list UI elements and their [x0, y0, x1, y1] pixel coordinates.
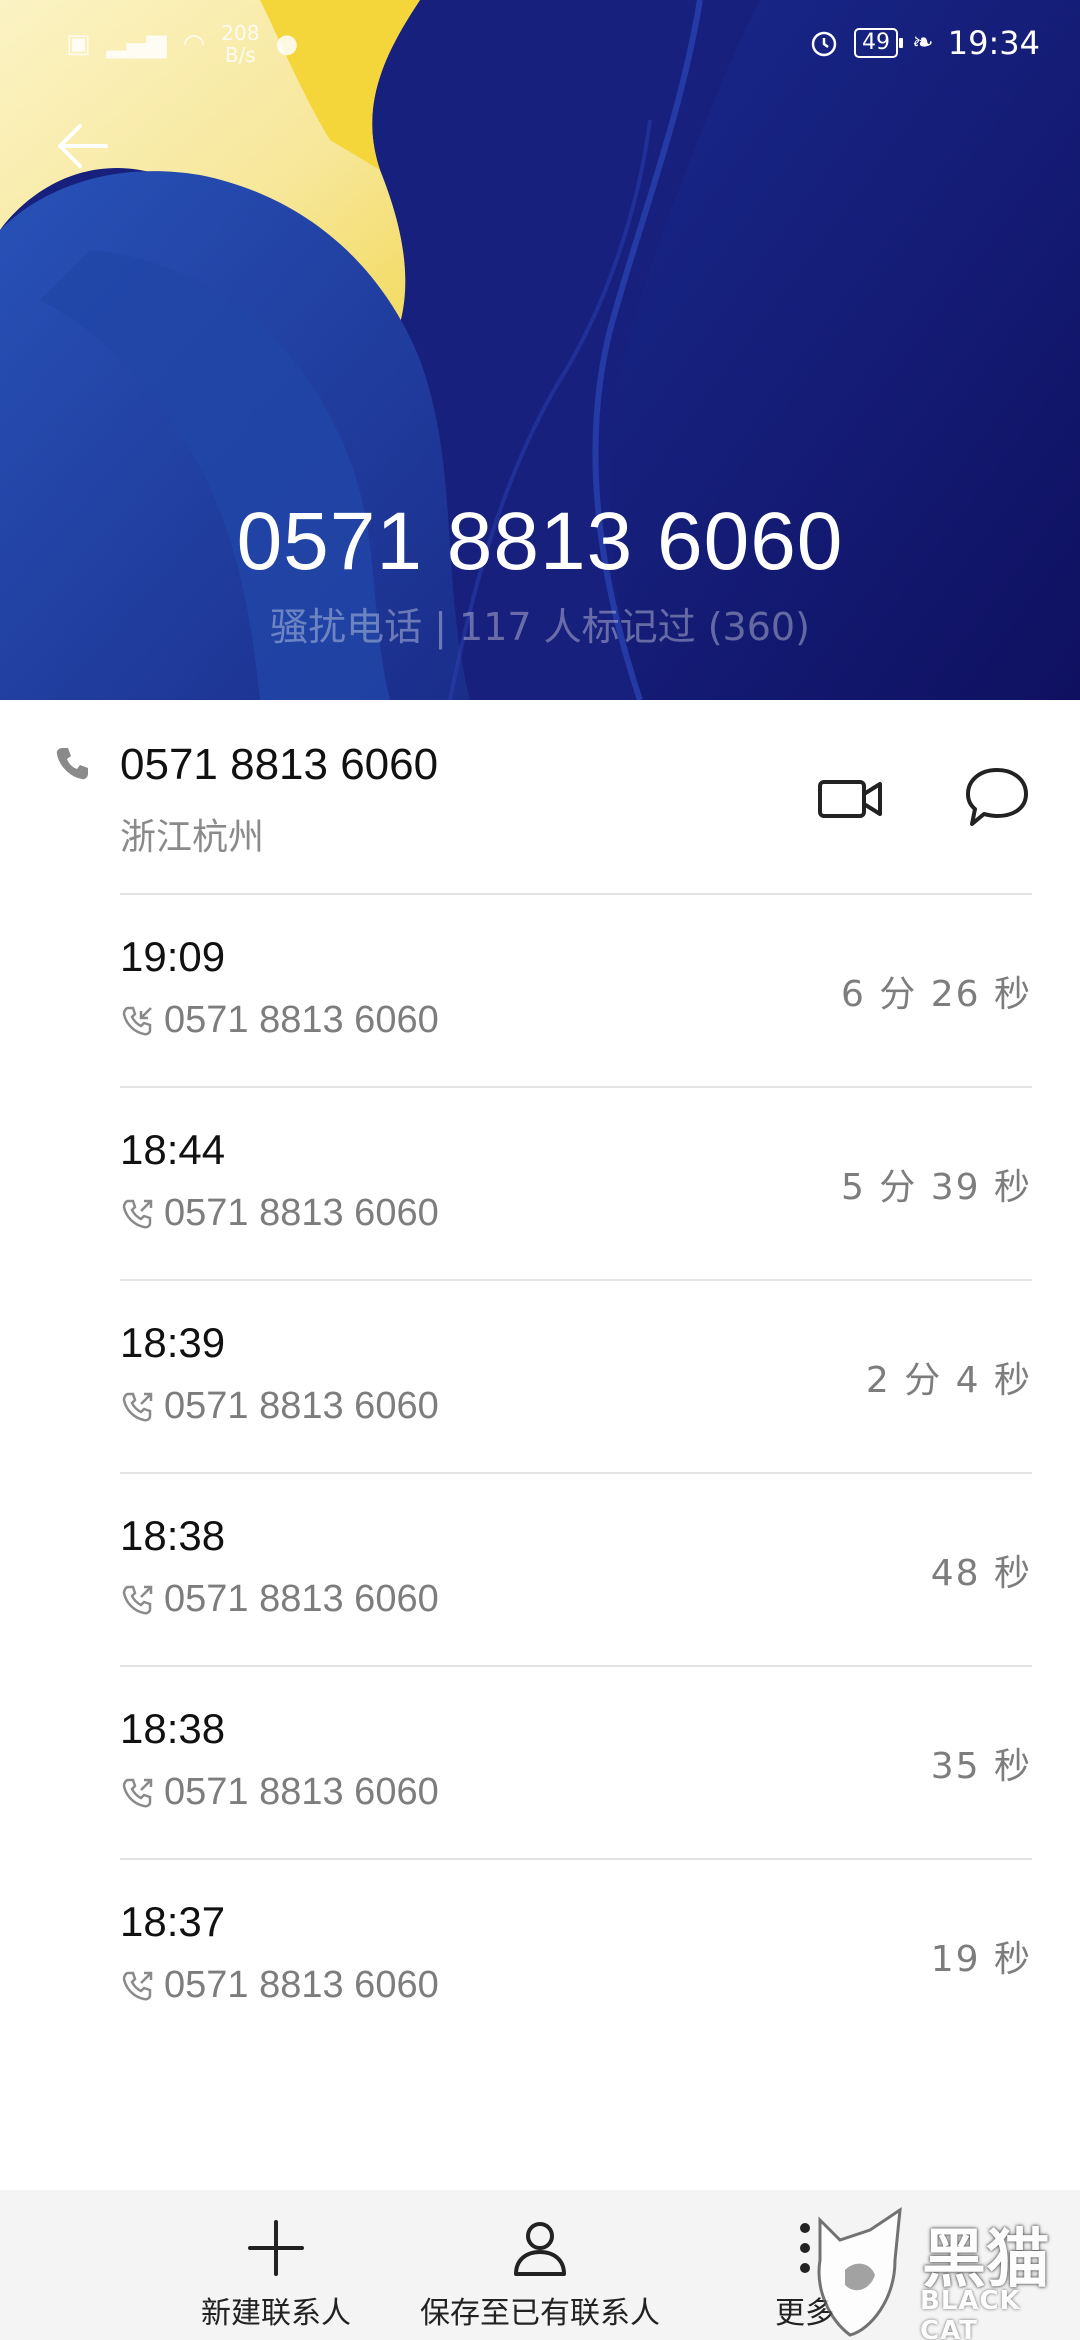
- call-time: 19:09: [120, 933, 226, 980]
- status-time: 19:34: [947, 24, 1040, 62]
- status-bar: ▣ ▂▄▆ ◠ 208 B/s ● 49 ❧ 19:34: [0, 0, 1080, 90]
- signal-icon: ▂▄▆: [106, 29, 167, 59]
- new-contact-label: 新建联系人: [201, 2296, 351, 2331]
- call-log-item[interactable]: 18:37 0571 8813 6060 19 秒: [0, 1860, 1080, 2053]
- call-duration: 5 分 39 秒: [840, 1167, 1032, 1208]
- call-duration: 2 分 4 秒: [865, 1360, 1032, 1401]
- call-number: 0571 8813 6060: [164, 1771, 439, 1813]
- arrow-left-icon[interactable]: [50, 110, 120, 180]
- save-to-existing-label: 保存至已有联系人: [420, 2296, 660, 2331]
- call-time: 18:38: [120, 1512, 226, 1559]
- call-time: 18:39: [120, 1319, 226, 1366]
- outgoing-call-icon: [122, 1392, 153, 1422]
- incoming-call-icon: [122, 1006, 152, 1036]
- cat-logo-icon: [817, 2206, 902, 2337]
- call-number: 0571 8813 6060: [164, 1964, 439, 2006]
- call-duration: 19 秒: [930, 1939, 1032, 1980]
- battery-indicator: 49: [853, 28, 903, 58]
- status-right: 49 ❧ 19:34: [808, 24, 1040, 62]
- save-to-existing-button[interactable]: 保存至已有联系人: [400, 2190, 680, 2340]
- new-contact-button[interactable]: 新建联系人: [176, 2190, 376, 2340]
- network-speed: 208 B/s: [221, 21, 260, 67]
- wechat-icon: ●: [275, 29, 299, 59]
- hd-icon: ▣: [66, 29, 91, 59]
- outgoing-call-icon: [122, 1778, 153, 1808]
- wifi-icon: ◠: [182, 29, 206, 59]
- call-number: 0571 8813 6060: [164, 1192, 439, 1234]
- person-icon: [514, 2222, 566, 2276]
- alarm-icon: [811, 31, 837, 57]
- spam-tag: 骚扰电话 | 117 人标记过 (360): [270, 605, 810, 649]
- watermark: 黑猫 BLACK CAT: [800, 2200, 1080, 2340]
- call-time: 18:44: [120, 1126, 226, 1173]
- plus-icon: [248, 2220, 304, 2276]
- call-duration: 35 秒: [930, 1746, 1032, 1787]
- call-log-item[interactable]: 18:38 0571 8813 6060 48 秒: [0, 1474, 1080, 1667]
- wallpaper-graphic: [0, 0, 1080, 700]
- outgoing-call-icon: [122, 1199, 153, 1229]
- leaf-icon: ❧: [911, 28, 934, 58]
- call-log-item[interactable]: 18:44 0571 8813 6060 5 分 39 秒: [0, 1088, 1080, 1281]
- contact-header: ▣ ▂▄▆ ◠ 208 B/s ● 49 ❧ 19:34 0571 8813 6…: [0, 0, 1080, 700]
- phone-icon: [56, 748, 88, 780]
- outgoing-call-icon: [122, 1585, 153, 1615]
- call-duration: 48 秒: [930, 1553, 1032, 1594]
- call-number: 0571 8813 6060: [164, 1578, 439, 1620]
- contact-number: 0571 8813 6060: [120, 740, 439, 789]
- call-time: 18:37: [120, 1898, 226, 1945]
- call-log-item[interactable]: 19:09 0571 8813 6060 6 分 26 秒: [0, 895, 1080, 1088]
- call-log-item[interactable]: 18:39 0571 8813 6060 2 分 4 秒: [0, 1281, 1080, 1474]
- call-number: 0571 8813 6060: [164, 1385, 439, 1427]
- contact-number-row[interactable]: 0571 8813 6060 浙江杭州: [0, 700, 1080, 895]
- call-log-item[interactable]: 18:38 0571 8813 6060 35 秒: [0, 1667, 1080, 1860]
- call-number: 0571 8813 6060: [164, 999, 439, 1041]
- status-left: ▣ ▂▄▆ ◠ 208 B/s ●: [66, 22, 298, 66]
- call-time: 18:38: [120, 1705, 226, 1752]
- watermark-text-en: BLACK CAT: [920, 2286, 1021, 2340]
- outgoing-call-icon: [122, 1971, 153, 2001]
- contact-location: 浙江杭州: [120, 817, 265, 858]
- video-camera-icon[interactable]: [816, 768, 886, 828]
- message-bubble-icon[interactable]: [962, 764, 1032, 830]
- header-phone-number: 0571 8813 6060: [236, 496, 844, 587]
- call-duration: 6 分 26 秒: [840, 974, 1032, 1015]
